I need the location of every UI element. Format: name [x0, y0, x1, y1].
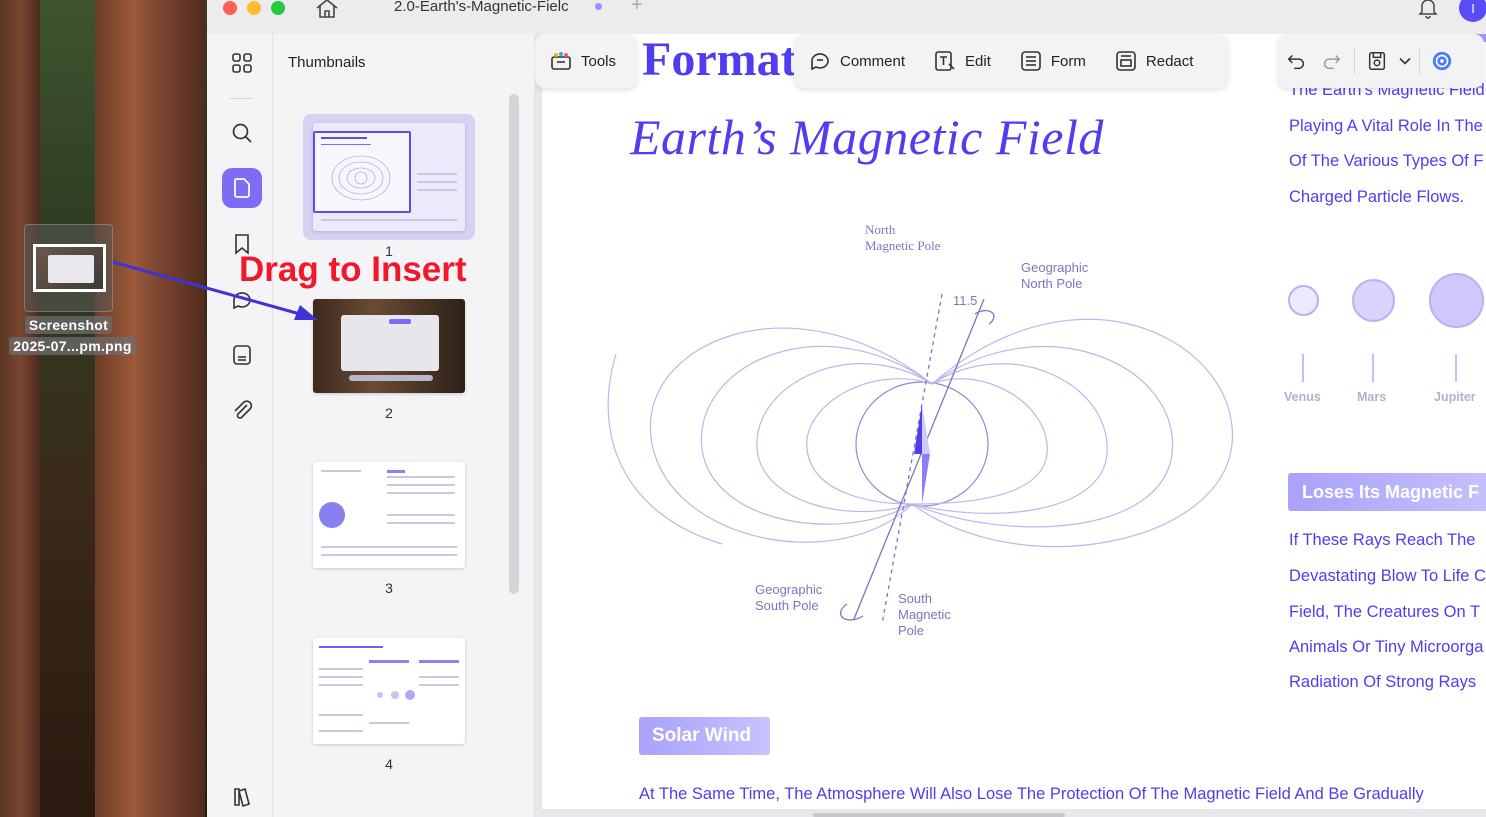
- planet-marker: [1302, 354, 1304, 382]
- pdf-page: Format Earth’s Magnetic Field North Magn…: [542, 34, 1486, 809]
- comment-label: Comment: [840, 52, 906, 70]
- body-text-line: Field, The Creatures On T: [1289, 603, 1481, 621]
- body-text-line: Devastating Blow To Life C: [1289, 567, 1486, 585]
- body-text-line: At The Same Time, The Atmosphere Will Al…: [639, 785, 1424, 803]
- close-window-button[interactable]: [223, 1, 237, 15]
- body-text-line: Animals Or Tiny Microorga: [1289, 638, 1484, 656]
- unsaved-indicator: [595, 3, 602, 10]
- title-bar: 2.0-Earth's-Magnetic-Fielc + I: [207, 0, 1486, 34]
- thumbnail-page-number: 3: [385, 580, 393, 596]
- magnetic-field-diagram: [607, 293, 1233, 625]
- planet-marker: [1455, 354, 1457, 382]
- zoom-window-button[interactable]: [271, 1, 285, 15]
- thumbnails-panel: Thumbnails 1 2 3 4: [273, 34, 535, 817]
- new-tab-button[interactable]: +: [631, 0, 643, 17]
- document-tab[interactable]: 2.0-Earth's-Magnetic-Fielc: [377, 0, 617, 22]
- planet-label-mars: Mars: [1357, 390, 1387, 404]
- page-title-partial: Format: [642, 34, 797, 86]
- toolbar-divider: [1354, 48, 1355, 74]
- body-text-line: If These Rays Reach The: [1289, 531, 1476, 549]
- left-tool-rail: [207, 34, 273, 817]
- thumbnail-image: [313, 299, 465, 393]
- forest-backdrop: [40, 0, 95, 817]
- planet-mars-circle: [1352, 279, 1395, 322]
- thumbnail-page-2[interactable]: 2: [313, 299, 465, 421]
- body-text-line: Of The Various Types Of F: [1289, 152, 1484, 170]
- desktop-background: [0, 0, 207, 817]
- thumbnails-grid-icon[interactable]: [222, 43, 262, 83]
- body-text-line: Radiation Of Strong Rays: [1289, 673, 1477, 691]
- stamp-icon[interactable]: [222, 335, 262, 375]
- form-icon: [1021, 51, 1041, 71]
- thumbnail-image: [313, 638, 465, 744]
- edit-text-icon: [935, 51, 955, 71]
- label-geographic-south-pole: Geographic South Pole: [755, 582, 823, 613]
- form-label: Form: [1050, 52, 1086, 70]
- undo-icon[interactable]: [1278, 41, 1314, 81]
- search-icon[interactable]: [222, 113, 262, 153]
- document-viewport[interactable]: Format Earth’s Magnetic Field North Magn…: [535, 34, 1486, 817]
- planet-label-jupiter: Jupiter: [1434, 390, 1476, 404]
- rail-divider: [229, 98, 253, 99]
- body-text-line: Playing A Vital Role In The: [1289, 117, 1483, 135]
- toolbox-icon: [551, 52, 571, 70]
- ai-assistant-icon[interactable]: [1424, 41, 1460, 81]
- redact-button[interactable]: Redact: [1100, 41, 1208, 81]
- dragged-file-name-line2: 2025-07...pm.png: [0, 337, 145, 355]
- redact-icon: [1116, 51, 1136, 71]
- thumbnails-scrollbar[interactable]: [509, 94, 519, 594]
- minimize-window-button[interactable]: [247, 1, 261, 15]
- user-avatar[interactable]: I: [1459, 0, 1486, 22]
- page-heading: Earth’s Magnetic Field: [630, 109, 1104, 165]
- thumbnails-title: Thumbnails: [288, 54, 366, 71]
- thumbnail-page-number: 4: [385, 756, 393, 772]
- tools-button[interactable]: Tools: [535, 41, 630, 81]
- edit-button[interactable]: Edit: [919, 41, 1005, 81]
- thumbnail-image: [313, 123, 465, 231]
- tree-trunk: [0, 0, 40, 817]
- layers-icon[interactable]: [222, 777, 262, 817]
- dragged-file-icon[interactable]: [24, 224, 113, 312]
- thumbnail-page-4[interactable]: 4: [313, 638, 465, 772]
- pdf-app-window: 2.0-Earth's-Magnetic-Fielc + I Thumbnail…: [207, 0, 1486, 817]
- edit-mode-toolbar: Comment Edit Form Redact: [794, 34, 1228, 88]
- comment-button[interactable]: Comment: [794, 41, 919, 81]
- form-button[interactable]: Form: [1005, 41, 1100, 81]
- history-toolbar: [1278, 34, 1484, 88]
- drag-to-insert-hint: Drag to Insert: [239, 250, 467, 289]
- page-icon[interactable]: [222, 168, 262, 208]
- thumbnail-page-1[interactable]: 1: [303, 114, 475, 259]
- redo-icon[interactable]: [1314, 41, 1350, 81]
- tools-toolbar: Tools: [535, 34, 637, 88]
- redact-label: Redact: [1145, 52, 1194, 70]
- toolbar-divider: [1419, 48, 1420, 74]
- thumbnail-image: [313, 462, 465, 568]
- save-icon[interactable]: [1359, 41, 1395, 81]
- thumbnail-page-3[interactable]: 3: [313, 462, 465, 596]
- comment-icon: [811, 53, 829, 71]
- label-south-magnetic-pole: South Magnetic Pole: [898, 591, 951, 638]
- body-text-line: Charged Particle Flows.: [1289, 188, 1465, 206]
- dragged-file-name-line1: Screenshot: [0, 316, 137, 334]
- attachment-icon[interactable]: [222, 390, 262, 430]
- horizontal-scrollbar[interactable]: [813, 813, 1065, 817]
- planet-marker: [1372, 354, 1374, 382]
- tools-label: Tools: [581, 52, 617, 70]
- chevron-down-icon[interactable]: [1395, 41, 1415, 81]
- home-icon[interactable]: [315, 0, 339, 18]
- label-angle: 11.5: [953, 293, 978, 308]
- bell-icon[interactable]: [1417, 0, 1439, 19]
- edit-label: Edit: [965, 52, 991, 70]
- section-banner-loses-magnetic: Loses Its Magnetic F: [1288, 473, 1486, 511]
- planet-venus-circle: [1288, 285, 1319, 316]
- planet-jupiter-circle: [1429, 273, 1484, 328]
- thumbnail-page-number: 2: [385, 405, 393, 421]
- label-north-magnetic-pole: North Magnetic Pole: [865, 222, 941, 253]
- section-banner-solar-wind: Solar Wind: [639, 717, 770, 755]
- label-geographic-north-pole: Geographic North Pole: [1021, 260, 1089, 291]
- planet-label-venus: Venus: [1284, 390, 1321, 404]
- tree-trunk: [95, 0, 205, 817]
